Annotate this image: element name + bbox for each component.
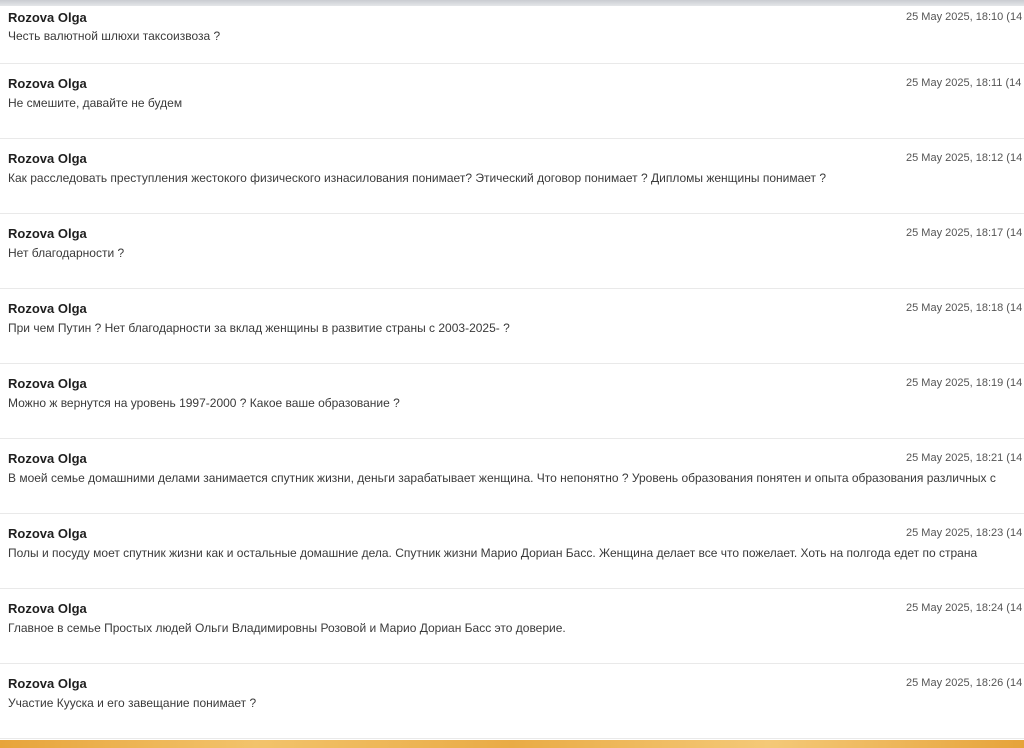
message-timestamp: 25 May 2025, 18:21 (14 h — [906, 452, 1024, 464]
message-author[interactable]: Rozova Olga — [8, 301, 87, 316]
message-item[interactable]: Rozova Olga 25 May 2025, 18:18 (14 h При… — [0, 289, 1024, 364]
bottom-toolbar-edge — [0, 740, 1024, 748]
message-text: Участие Кууска и его завещание понимает … — [8, 696, 257, 710]
message-timestamp: 25 May 2025, 18:24 (14 h — [906, 602, 1024, 614]
message-item[interactable]: Rozova Olga 25 May 2025, 18:17 (14 h Нет… — [0, 214, 1024, 289]
message-text: В моей семье домашними делами занимается… — [8, 471, 996, 485]
message-timestamp: 25 May 2025, 18:18 (14 h — [906, 302, 1024, 314]
message-author[interactable]: Rozova Olga — [8, 226, 87, 241]
message-timestamp: 25 May 2025, 18:17 (14 h — [906, 227, 1024, 239]
message-author[interactable]: Rozova Olga — [8, 676, 87, 691]
message-author[interactable]: Rozova Olga — [8, 451, 87, 466]
message-timestamp: 25 May 2025, 18:26 (14 h — [906, 677, 1024, 689]
message-item[interactable]: Rozova Olga 25 May 2025, 18:19 (14 h Мож… — [0, 364, 1024, 439]
message-item[interactable]: Rozova Olga 25 May 2025, 18:26 (14 h Уча… — [0, 664, 1024, 739]
message-text: Честь валютной шлюхи таксоизвоза ? — [8, 29, 221, 43]
message-item[interactable]: Rozova Olga 25 May 2025, 18:10 (14 h Чес… — [0, 6, 1024, 64]
message-timestamp: 25 May 2025, 18:23 (14 h — [906, 527, 1024, 539]
message-text: Нет благодарности ? — [8, 246, 125, 260]
message-item[interactable]: Rozova Olga 25 May 2025, 18:11 (14 h Не … — [0, 64, 1024, 139]
message-list: Rozova Olga 25 May 2025, 18:10 (14 h Чес… — [0, 6, 1024, 739]
message-item[interactable]: Rozova Olga 25 May 2025, 18:24 (14 h Гла… — [0, 589, 1024, 664]
message-timestamp: 25 May 2025, 18:19 (14 h — [906, 377, 1024, 389]
message-timestamp: 25 May 2025, 18:12 (14 h — [906, 152, 1024, 164]
message-author[interactable]: Rozova Olga — [8, 526, 87, 541]
message-item[interactable]: Rozova Olga 25 May 2025, 18:23 (14 h Пол… — [0, 514, 1024, 589]
message-text: Полы и посуду моет спутник жизни как и о… — [8, 546, 978, 560]
message-timestamp: 25 May 2025, 18:11 (14 h — [906, 77, 1024, 89]
message-text: Как расследовать преступления жестокого … — [8, 171, 827, 185]
message-text: При чем Путин ? Нет благодарности за вкл… — [8, 321, 510, 335]
message-author[interactable]: Rozova Olga — [8, 76, 87, 91]
message-author[interactable]: Rozova Olga — [8, 151, 87, 166]
message-timestamp: 25 May 2025, 18:10 (14 h — [906, 11, 1024, 23]
message-author[interactable]: Rozova Olga — [8, 10, 87, 25]
message-item[interactable]: Rozova Olga 25 May 2025, 18:12 (14 h Как… — [0, 139, 1024, 214]
message-author[interactable]: Rozova Olga — [8, 376, 87, 391]
message-item[interactable]: Rozova Olga 25 May 2025, 18:21 (14 h В м… — [0, 439, 1024, 514]
message-text: Можно ж вернутся на уровень 1997-2000 ? … — [8, 396, 400, 410]
message-text: Главное в семье Простых людей Ольги Влад… — [8, 621, 566, 635]
message-author[interactable]: Rozova Olga — [8, 601, 87, 616]
message-text: Не смешите, давайте не будем — [8, 96, 183, 110]
